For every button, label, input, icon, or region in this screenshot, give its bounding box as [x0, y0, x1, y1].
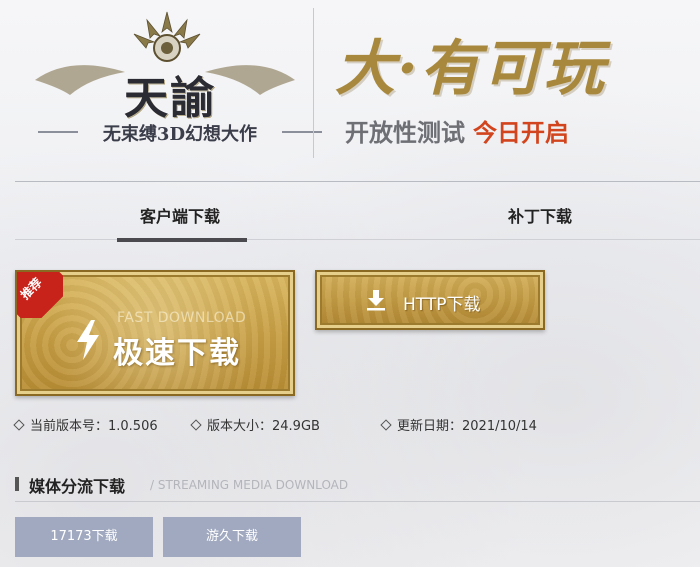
- recommend-badge: 推荐: [17, 272, 63, 318]
- header-divider: [313, 8, 314, 158]
- http-download-button[interactable]: HTTP下载: [315, 270, 545, 330]
- date-info: 更新日期：2021/10/14: [380, 415, 537, 434]
- game-logo: 天諭 无束缚3D幻想大作: [30, 10, 322, 150]
- diamond-icon: [190, 419, 202, 431]
- download-youjiu-button[interactable]: 游久下载: [163, 517, 301, 557]
- media-section-title: 媒体分流下载: [29, 477, 126, 496]
- test-announcement: 开放性测试 今日开启: [345, 113, 569, 148]
- version-text: 当前版本号：1.0.506: [30, 419, 158, 434]
- fast-download-label: 极速下载: [113, 336, 241, 371]
- fast-download-button[interactable]: 推荐 FAST DOWNLOAD 极速下载: [15, 270, 295, 396]
- size-info: 版本大小：24.9GB: [190, 415, 320, 434]
- download-icon: [367, 290, 385, 311]
- media-divider: [15, 501, 700, 502]
- tab-active-indicator: [117, 238, 247, 242]
- version-info: 当前版本号：1.0.506: [13, 415, 158, 434]
- tab-client-download[interactable]: 客户端下载: [115, 203, 245, 227]
- logo-subtitle: 无束缚3D幻想大作: [38, 120, 322, 146]
- section-marker: [15, 477, 19, 491]
- test-label: 开放性测试: [345, 119, 465, 147]
- date-text: 更新日期：2021/10/14: [397, 419, 537, 434]
- tab-top-line: [15, 181, 700, 182]
- media-section-subtitle: / STREAMING MEDIA DOWNLOAD: [150, 478, 349, 492]
- slogan: 大·有可玩: [335, 34, 606, 104]
- logo-title: 天諭: [124, 73, 216, 124]
- recommend-badge-label: 推荐: [17, 275, 45, 303]
- download-17173-button[interactable]: 17173下载: [15, 517, 153, 557]
- test-highlight: 今日开启: [473, 119, 569, 147]
- http-download-label: HTTP下载: [403, 295, 481, 315]
- diamond-icon: [13, 419, 25, 431]
- fast-download-en-label: FAST DOWNLOAD: [117, 310, 247, 326]
- lightning-icon: [77, 320, 99, 360]
- diamond-icon: [380, 419, 392, 431]
- size-text: 版本大小：24.9GB: [207, 419, 320, 434]
- tab-patch-download[interactable]: 补丁下载: [475, 203, 605, 227]
